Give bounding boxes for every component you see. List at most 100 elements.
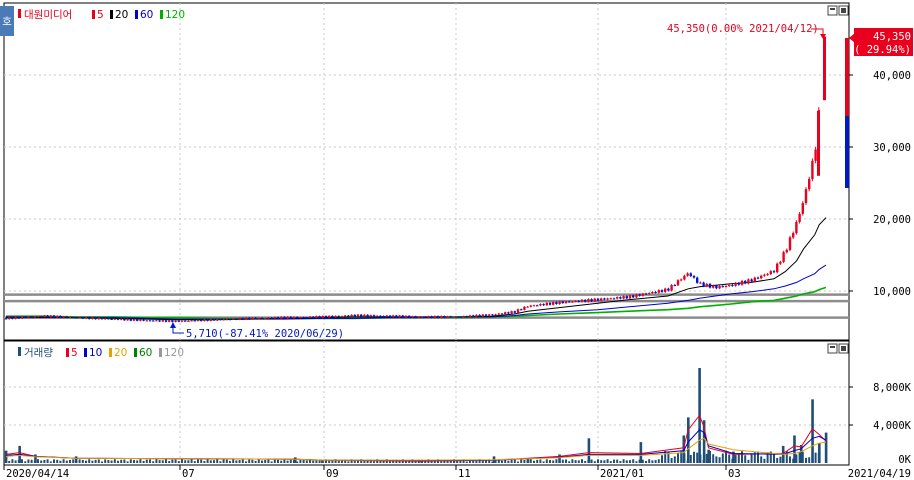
volume-bar [107, 459, 110, 463]
candle-body [56, 315, 59, 318]
candle-body [635, 294, 638, 298]
candle-body [520, 309, 523, 311]
candle-body [158, 320, 161, 322]
volume-bar [14, 460, 17, 463]
candle-body [808, 179, 811, 190]
volume-bar [789, 456, 791, 463]
volume-bar [305, 460, 308, 463]
candle-body [552, 302, 555, 305]
volume-bar [529, 459, 532, 463]
volume-bar [117, 460, 119, 463]
candle-body [510, 311, 513, 314]
volume-bar [190, 459, 193, 463]
candle-body [609, 298, 612, 300]
legend-marker [84, 348, 87, 357]
candle-body [78, 317, 81, 319]
candle-body [814, 149, 817, 161]
volume-bar [440, 461, 443, 463]
volume-bar [793, 435, 796, 463]
candle-body [286, 316, 289, 319]
volume-bar [149, 459, 151, 463]
volume-bar [737, 453, 740, 463]
candle-body [683, 275, 686, 280]
volume-bar [254, 460, 257, 463]
x-axis: 2020/04/14 07 09 11 2021/01 03 2021/04/1… [3, 465, 911, 480]
volume-bar [558, 454, 561, 463]
volume-bar [94, 459, 97, 463]
candle-body [174, 320, 177, 322]
candle-body [561, 301, 564, 304]
volume-bar [273, 459, 276, 463]
volume-bar [49, 461, 52, 463]
volume-bar [337, 460, 340, 463]
volume-bar [696, 452, 699, 463]
volume-bar [21, 459, 23, 463]
candle-body [574, 300, 577, 302]
candle-body [715, 285, 718, 289]
current-change: ( 29.94%) [854, 44, 911, 56]
candle-body [708, 283, 712, 288]
candle-body [705, 283, 708, 287]
candle-body [651, 292, 654, 294]
candle-body [155, 320, 158, 322]
volume-bar [27, 459, 30, 463]
candle-body [542, 304, 545, 306]
volume-maximize-button[interactable] [838, 343, 849, 354]
volume-bar [571, 459, 574, 463]
stock-chart: 호 대원미디어 5 20 60 120 45,350(0.00% 2021/04/12… [0, 2, 913, 480]
candle-body [689, 273, 692, 277]
volume-bar [56, 459, 59, 463]
volume-title: 거래량 [24, 347, 53, 359]
candle-body [340, 316, 344, 318]
candle-body [171, 320, 174, 322]
volume-bar [481, 460, 484, 463]
volume-bar [283, 459, 286, 463]
candle-body [49, 315, 52, 318]
candle-body [72, 317, 75, 319]
x-axis-label: 09 [326, 468, 339, 480]
candle-body [507, 312, 510, 314]
candle-body [462, 316, 465, 318]
volume-bar [289, 459, 292, 463]
candle-body [532, 305, 536, 307]
candle-body [513, 311, 516, 313]
candle-body [449, 316, 452, 318]
volume-bar [72, 459, 75, 463]
candle-body [251, 317, 254, 320]
candle-body [494, 314, 497, 316]
candle-body [65, 316, 68, 318]
candle-body [4, 318, 8, 320]
candle-body [363, 314, 366, 317]
volume-bar [587, 438, 591, 463]
volume-bar [65, 460, 68, 463]
volume-bar [651, 460, 654, 463]
volume-bar [197, 459, 199, 463]
candle-body [30, 316, 33, 318]
legend-label: 60 [140, 9, 153, 21]
candle-body [516, 309, 520, 313]
candle-body [436, 316, 440, 318]
volume-bar [139, 459, 142, 463]
candle-body [555, 302, 558, 305]
candle-body [545, 302, 548, 306]
volume-bar [465, 461, 468, 463]
volume-bar [216, 459, 219, 463]
candle-body [756, 277, 760, 279]
candle-body [184, 320, 187, 322]
candle-body [619, 297, 622, 299]
price-maximize-button[interactable] [838, 5, 849, 16]
volume-minimize-button[interactable] [827, 343, 838, 354]
candle-body [571, 301, 574, 303]
candle-body [443, 316, 446, 318]
volume-bar [568, 461, 571, 463]
candle-body [795, 221, 798, 234]
candle-body [491, 314, 494, 316]
candle-body [337, 315, 340, 317]
price-minimize-button[interactable] [827, 5, 838, 16]
candle-body [88, 317, 91, 320]
candle-body [468, 315, 472, 318]
volume-bar [533, 460, 535, 463]
volume-bar [517, 461, 519, 463]
volume-bar [645, 460, 647, 463]
legend-marker [135, 10, 138, 19]
